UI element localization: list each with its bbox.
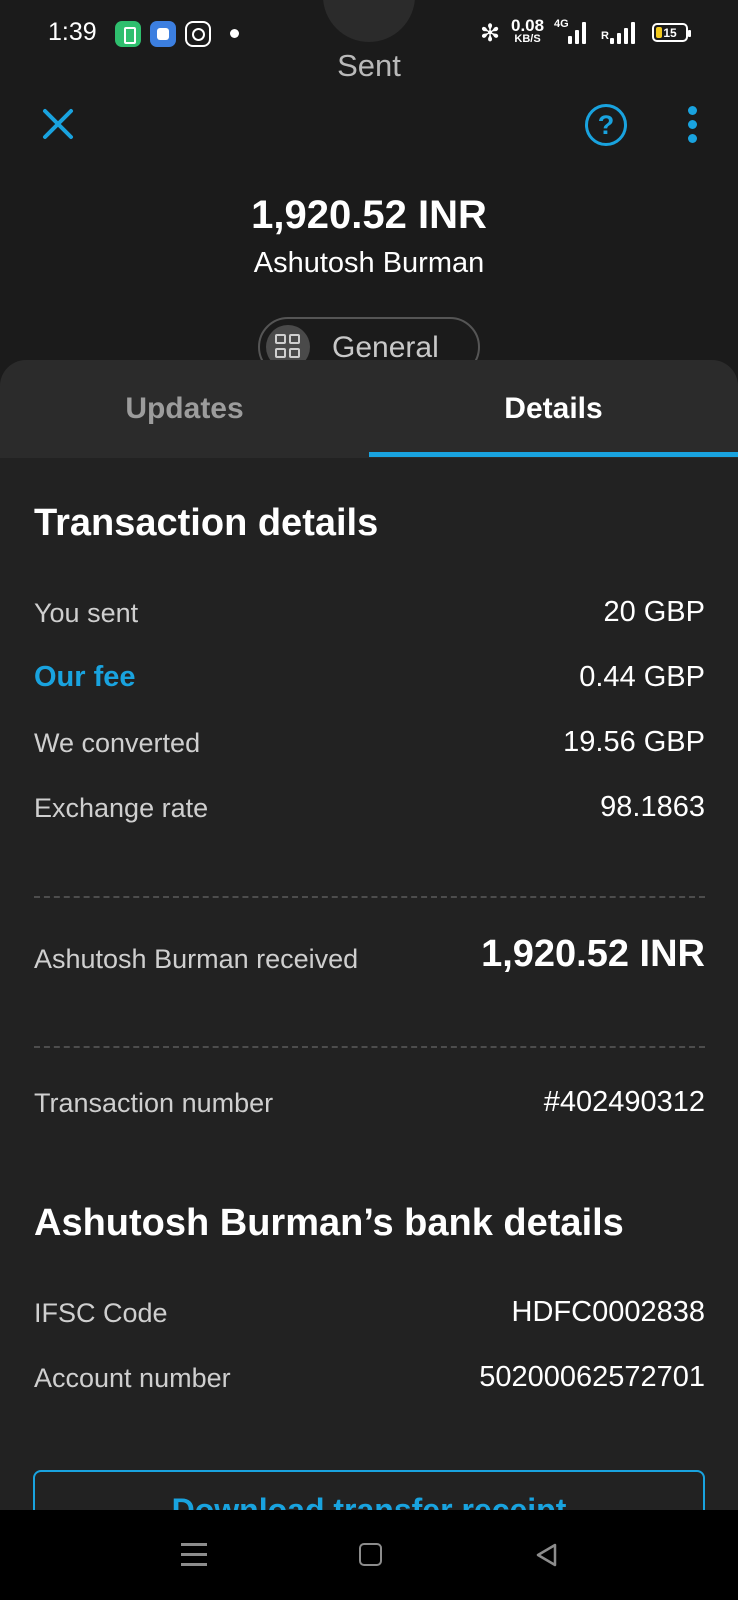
help-icon: ? xyxy=(597,110,615,140)
transaction-details-title: Transaction details xyxy=(34,502,379,544)
ifsc-code-value: HDFC0002838 xyxy=(511,1296,705,1328)
app-switcher-icon xyxy=(150,21,176,47)
signal-icon xyxy=(568,22,586,44)
back-icon[interactable] xyxy=(533,1542,559,1568)
help-button[interactable]: ? xyxy=(585,104,627,146)
exchange-rate-label: Exchange rate xyxy=(34,793,209,823)
transaction-number-value[interactable]: #402490312 xyxy=(544,1086,705,1119)
battery-level: 15 xyxy=(663,26,677,40)
dashed-divider xyxy=(34,1046,705,1048)
recipient-name: Ashutosh Burman xyxy=(253,247,485,279)
bank-details-title: Ashutosh Burman’s bank details xyxy=(34,1202,624,1244)
battery-app-icon xyxy=(115,21,141,47)
you-sent-value: 20 GBP xyxy=(603,596,705,628)
status-time: 1:39 xyxy=(48,18,97,46)
received-label: Ashutosh Burman received xyxy=(34,944,359,974)
instagram-icon xyxy=(185,21,211,47)
more-options-button[interactable] xyxy=(683,104,701,144)
signal-icon-secondary xyxy=(610,22,635,44)
you-sent-label: You sent xyxy=(34,598,139,628)
account-number-value: 50200062572701 xyxy=(479,1361,705,1393)
transfer-details-screen: 1:39 ✻ 0.08 KB/S 4G R 15 Sent ? 1,920.52… xyxy=(0,0,738,1600)
received-value: 1,920.52 INR xyxy=(481,933,705,975)
transfer-amount: 1,920.52 INR xyxy=(251,193,487,237)
tab-updates[interactable]: Updates xyxy=(0,360,369,458)
download-receipt-button[interactable]: Download transfer receipt xyxy=(33,1470,705,1510)
recent-apps-icon[interactable] xyxy=(181,1543,207,1566)
dashed-divider xyxy=(34,896,705,898)
active-tab-indicator xyxy=(369,452,738,457)
we-converted-value: 19.56 GBP xyxy=(563,726,705,758)
our-fee-link[interactable]: Our fee xyxy=(34,661,136,694)
system-navigation-bar xyxy=(0,1510,738,1600)
we-converted-label: We converted xyxy=(34,728,201,758)
network-speed-value: 0.08 xyxy=(511,16,545,35)
notification-dot xyxy=(230,29,239,38)
tab-details[interactable]: Details xyxy=(369,360,738,458)
network-speed-unit: KB/S xyxy=(514,33,541,45)
network-speed: 0.08 KB/S xyxy=(511,17,544,45)
transaction-number-label: Transaction number xyxy=(34,1088,274,1118)
battery-icon: 15 xyxy=(652,23,691,42)
bluetooth-icon: ✻ xyxy=(480,20,501,47)
page-title: Sent xyxy=(337,48,401,83)
account-number-label: Account number xyxy=(34,1363,231,1393)
roaming-label: R xyxy=(601,30,609,42)
exchange-rate-value: 98.1863 xyxy=(600,791,705,823)
close-icon xyxy=(43,109,73,139)
tab-bar: Updates Details xyxy=(0,360,738,458)
details-sheet: Updates Details Transaction details You … xyxy=(0,360,738,1510)
ifsc-code-label: IFSC Code xyxy=(34,1298,168,1328)
home-icon[interactable] xyxy=(359,1543,382,1566)
more-icon xyxy=(688,106,697,115)
close-button[interactable] xyxy=(38,104,78,144)
network-type: 4G xyxy=(554,18,569,30)
our-fee-value: 0.44 GBP xyxy=(579,661,705,693)
